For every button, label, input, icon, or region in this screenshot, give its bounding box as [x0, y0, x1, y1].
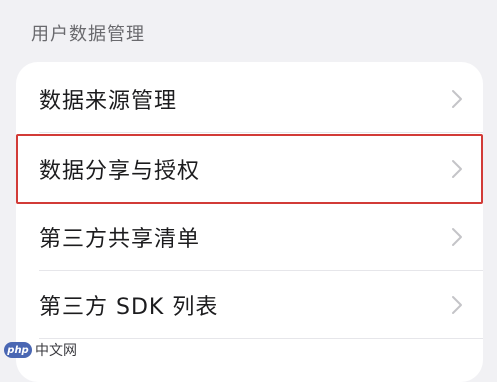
- row-label: 数据来源管理: [39, 89, 178, 114]
- divider: [39, 270, 483, 271]
- row-label: 第三方 SDK 列表: [39, 295, 219, 320]
- row-data-sharing-authorization[interactable]: 数据分享与授权: [16, 134, 483, 204]
- watermark: php 中文网: [4, 341, 77, 359]
- row-label: 数据分享与授权: [39, 159, 201, 184]
- chevron-right-icon: [452, 228, 462, 246]
- row-data-source-management[interactable]: 数据来源管理: [16, 66, 483, 132]
- divider: [39, 132, 483, 133]
- watermark-logo: php: [4, 342, 32, 358]
- divider: [39, 338, 483, 339]
- watermark-text: 中文网: [35, 343, 77, 359]
- row-third-party-sdk-list[interactable]: 第三方 SDK 列表: [16, 272, 483, 338]
- row-label: 第三方共享清单: [39, 227, 201, 252]
- section-title: 用户数据管理: [31, 24, 145, 45]
- settings-card: 数据来源管理 数据分享与授权 第三方共享清单 第三方 SDK 列表: [16, 62, 483, 382]
- chevron-right-icon: [452, 160, 462, 178]
- row-third-party-sharing-list[interactable]: 第三方共享清单: [16, 204, 483, 270]
- chevron-right-icon: [452, 296, 462, 314]
- chevron-right-icon: [452, 90, 462, 108]
